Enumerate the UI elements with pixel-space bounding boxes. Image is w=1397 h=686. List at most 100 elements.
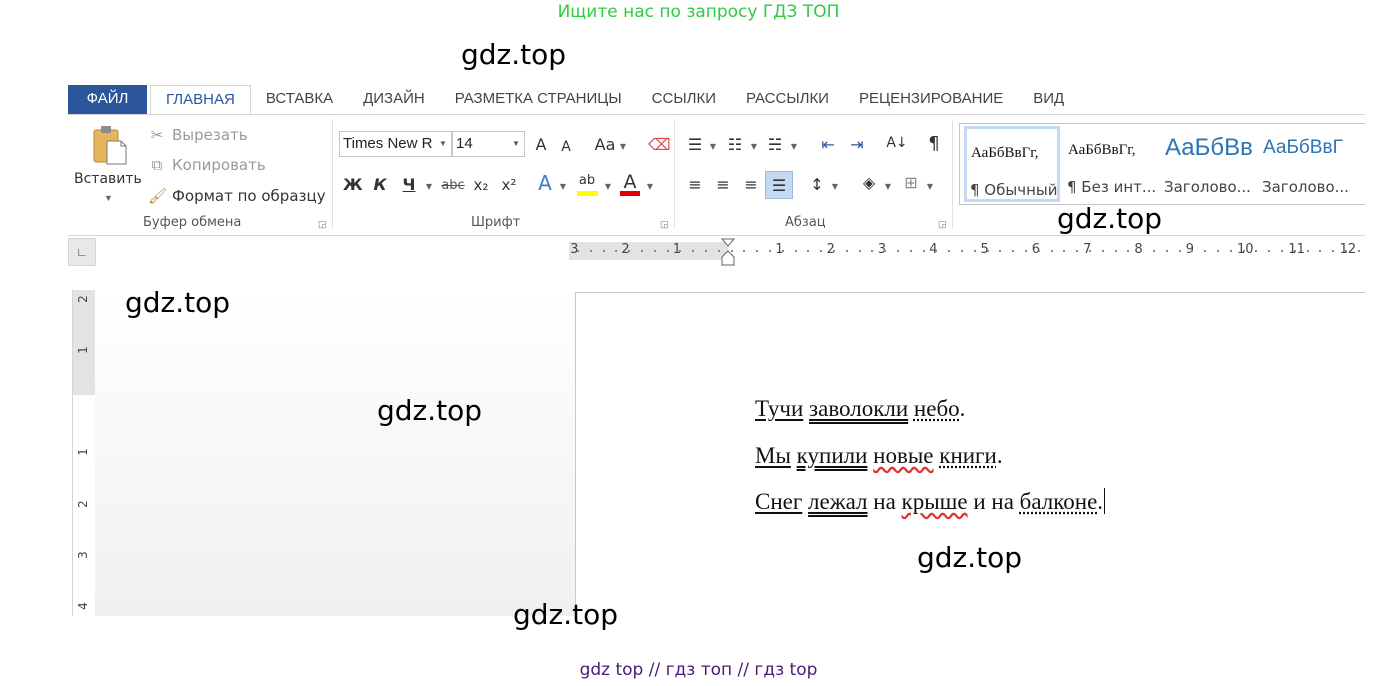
ruler-dot	[1229, 250, 1232, 252]
chevron-down-icon[interactable]: ▼	[831, 177, 839, 197]
ruler-dot	[833, 250, 835, 252]
ruler-dot	[1012, 250, 1015, 252]
tab-insert[interactable]: ВСТАВКА	[251, 85, 348, 115]
chevron-down-icon[interactable]: ▼	[750, 137, 758, 157]
font-color-button[interactable]: A	[619, 171, 641, 197]
ruler-dot	[679, 250, 682, 252]
document-line-2[interactable]: Мы купили новые книги.	[755, 443, 1003, 469]
dialog-launcher-icon[interactable]: ◲	[938, 219, 947, 230]
ruler-dot	[1306, 250, 1309, 252]
numbering-button[interactable]: ☷	[724, 135, 746, 155]
font-name-select[interactable]: Times New R ▼	[339, 131, 452, 157]
chevron-down-icon[interactable]: ▼	[709, 137, 717, 157]
subscript-button[interactable]: x₂	[470, 175, 492, 195]
chevron-down-icon[interactable]: ▼	[926, 177, 934, 197]
underline-button[interactable]: Ч	[400, 175, 418, 195]
copy-icon: ⧉	[151, 156, 163, 174]
tab-design[interactable]: ДИЗАЙН	[348, 85, 440, 115]
tab-review[interactable]: РЕЦЕНЗИРОВАНИЕ	[844, 85, 1018, 115]
chevron-down-icon[interactable]: ▼	[425, 177, 433, 197]
word: на	[867, 489, 902, 514]
copy-label: Копировать	[172, 156, 266, 174]
word: небо	[913, 396, 960, 421]
ruler-dot	[602, 250, 605, 252]
ruler-dot	[820, 250, 823, 252]
text-effects-button[interactable]: A	[535, 173, 555, 193]
tab-page-layout[interactable]: РАЗМЕТКА СТРАНИЦЫ	[440, 85, 637, 115]
shading-button[interactable]: ◈	[858, 173, 880, 193]
font-color-icon: A	[623, 171, 637, 193]
tab-home[interactable]: ГЛАВНАЯ	[150, 85, 251, 115]
align-center-icon: ≡	[716, 175, 730, 194]
highlight-button[interactable]: ab	[575, 173, 599, 197]
format-painter-button[interactable]: 🖌 Формат по образцу	[148, 185, 326, 207]
multilevel-list-button[interactable]: ☵	[764, 135, 786, 155]
clipboard-group-label: Буфер обмена	[143, 215, 242, 230]
line-spacing-button[interactable]: ↕	[806, 175, 828, 195]
horizontal-ruler[interactable]: 3 2 1 1 2 3 4 5 6 7 8 9 10 11 12	[569, 238, 1365, 266]
vertical-ruler[interactable]: 2 1 1 2 3 4	[72, 290, 95, 616]
document-line-1[interactable]: Тучи заволокли небо.	[755, 396, 965, 422]
ruler-dot	[1357, 250, 1360, 252]
font-color-bar	[620, 191, 640, 196]
chevron-down-icon[interactable]: ▼	[604, 177, 612, 197]
tab-references[interactable]: ССЫЛКИ	[637, 85, 731, 115]
increase-indent-button[interactable]: ⇥	[846, 135, 868, 155]
style-no-spacing[interactable]: АаБбВвГг, ¶ Без инт...	[1064, 126, 1160, 202]
watermark: gdz.top	[125, 286, 231, 319]
chevron-down-icon[interactable]: ▼	[790, 137, 798, 157]
paint-bucket-icon: ◈	[862, 173, 876, 192]
chevron-down-icon[interactable]: ▼	[559, 177, 567, 197]
ruler-dot	[628, 250, 631, 252]
chevron-down-icon[interactable]: ▼	[646, 177, 654, 197]
font-size-value: 14	[456, 135, 473, 152]
cut-label: Вырезать	[172, 126, 248, 144]
dialog-launcher-icon[interactable]: ◲	[318, 219, 327, 230]
style-normal[interactable]: АаБбВвГг, ¶ Обычный	[964, 126, 1060, 202]
ruler-dot	[1165, 250, 1168, 252]
style-heading-2[interactable]: АаБбВвГ Заголово...	[1259, 126, 1355, 202]
cut-button[interactable]: ✂ Вырезать	[148, 124, 248, 146]
indent-markers-icon[interactable]	[721, 238, 735, 268]
font-size-select[interactable]: 14 ▼	[452, 131, 525, 157]
chevron-down-icon[interactable]: ▼	[619, 137, 627, 157]
ruler-dot	[935, 250, 938, 252]
align-center-button[interactable]: ≡	[712, 175, 734, 195]
strikethrough-button[interactable]: abc	[439, 176, 467, 196]
decrease-indent-button[interactable]: ⇤	[817, 135, 839, 155]
styles-gallery: АаБбВвГг, ¶ Обычный АаБбВвГг, ¶ Без инт.…	[959, 123, 1365, 205]
word: заволокли	[809, 396, 909, 421]
show-formatting-button[interactable]: ¶	[925, 134, 943, 154]
clear-formatting-button[interactable]: ⌫	[648, 135, 671, 155]
ruler-dot	[692, 250, 695, 252]
ruler-dot	[1242, 250, 1245, 252]
style-heading-1[interactable]: АаБбВв Заголово...	[1161, 126, 1257, 202]
punctuation: .	[996, 443, 1003, 468]
italic-button[interactable]: К	[371, 175, 389, 195]
justify-button[interactable]: ☰	[765, 171, 793, 199]
tab-mailings[interactable]: РАССЫЛКИ	[731, 85, 844, 115]
tab-file[interactable]: ФАЙЛ	[68, 85, 147, 115]
ruler-dot	[922, 250, 925, 252]
shrink-font-button[interactable]: A	[559, 137, 573, 157]
chevron-down-icon[interactable]: ▼	[884, 177, 892, 197]
change-case-button[interactable]: Aa	[594, 135, 616, 155]
bullets-button[interactable]: ☰	[684, 135, 706, 155]
tab-view[interactable]: ВИД	[1018, 85, 1079, 115]
document-line-3[interactable]: Снег лежал на крыше и на балконе.	[755, 488, 1106, 515]
align-right-button[interactable]: ≡	[740, 175, 762, 195]
ruler-dot	[1153, 250, 1155, 252]
bold-button[interactable]: Ж	[343, 175, 363, 195]
ruler-dot	[999, 250, 1002, 252]
grow-font-button[interactable]: A	[533, 135, 549, 155]
copy-button[interactable]: ⧉ Копировать	[148, 154, 266, 176]
dialog-launcher-icon[interactable]: ◲	[660, 219, 669, 230]
superscript-button[interactable]: x²	[498, 175, 520, 195]
align-left-button[interactable]: ≡	[684, 175, 706, 195]
sort-button[interactable]: A↓	[886, 133, 908, 153]
shrink-font-icon: A	[561, 139, 571, 155]
borders-button[interactable]: ⊞	[900, 173, 922, 193]
tab-selector-button[interactable]: ∟	[68, 238, 96, 266]
superscript-icon: x²	[501, 176, 517, 194]
ribbon-home: Вставить ▼ ✂ Вырезать ⧉ Копировать 🖌 Фор…	[68, 114, 1365, 236]
